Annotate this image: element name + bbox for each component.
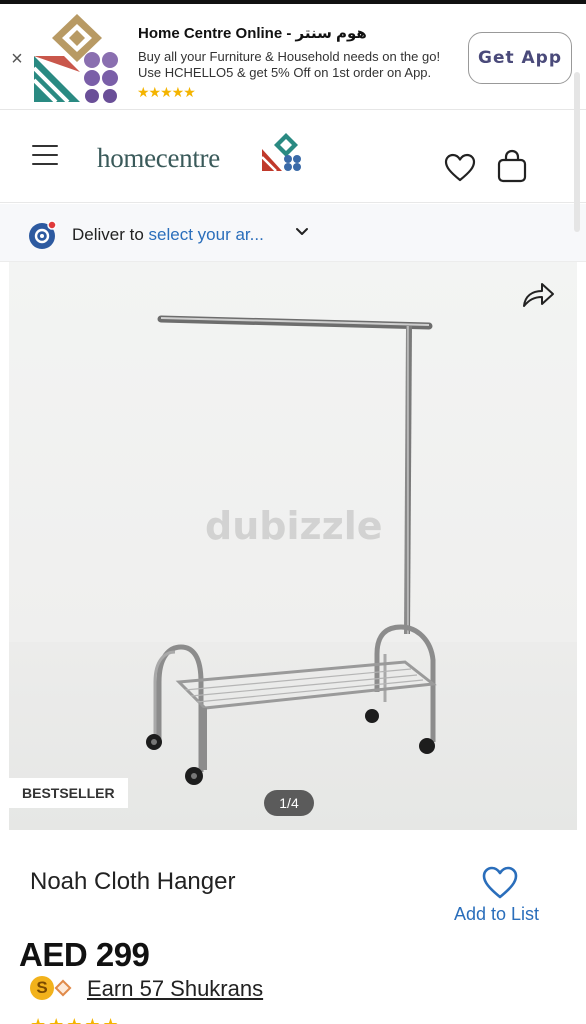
brand-logo-text[interactable]: homecentre — [97, 143, 220, 174]
get-app-button[interactable]: Get App — [468, 32, 572, 84]
image-counter: 1/4 — [264, 790, 314, 816]
close-icon[interactable]: × — [6, 48, 28, 70]
scrollbar-thumb[interactable] — [574, 72, 580, 232]
chevron-down-icon[interactable] — [294, 224, 310, 240]
add-to-list-button[interactable]: Add to List — [450, 866, 552, 926]
site-header: homecentre — [0, 111, 586, 203]
banner-description-line: Use HCHELLO5 & get 5% Off on 1st order o… — [138, 65, 432, 80]
deliver-to-label[interactable]: Deliver to select your ar... — [72, 225, 264, 245]
dubizzle-watermark: dubizzle — [205, 504, 383, 548]
heart-icon[interactable] — [444, 153, 476, 183]
product-rating-stars: ★★★★★ — [30, 1015, 121, 1024]
brand-mark-icon — [262, 133, 301, 171]
app-install-banner: × Home Centre Online - هوم سنتر Buy all … — [0, 4, 586, 110]
shukran-coin-icon: S — [30, 976, 54, 1000]
menu-icon[interactable] — [32, 145, 58, 167]
heart-icon — [482, 866, 518, 899]
app-logo-icon — [32, 14, 118, 104]
product-price: AED 299 — [19, 936, 150, 973]
product-image-gallery[interactable]: dubizzle BESTSELLER 1/4 — [9, 262, 577, 830]
bestseller-badge: BESTSELLER — [9, 778, 128, 808]
bag-icon[interactable] — [496, 149, 528, 183]
product-title: Noah Cloth Hanger — [30, 868, 236, 895]
banner-description-line: Buy all your Furniture & Household needs… — [138, 49, 441, 64]
location-pin-icon — [29, 220, 57, 249]
banner-title: Home Centre Online - هوم سنتر — [138, 25, 367, 42]
add-to-list-label: Add to List — [454, 904, 540, 924]
shukran-diamond-icon — [54, 979, 72, 997]
select-area-link[interactable]: select your ar... — [149, 225, 264, 244]
banner-rating-stars: ★★★★★ — [137, 84, 196, 100]
banner-description: Buy all your Furniture & Household needs… — [138, 49, 468, 81]
deliver-to-prefix: Deliver to — [72, 225, 144, 244]
delivery-location-bar[interactable]: Deliver to select your ar... — [0, 204, 586, 262]
share-icon[interactable] — [521, 280, 555, 310]
earn-shukrans-link[interactable]: Earn 57 Shukrans — [87, 976, 263, 1002]
